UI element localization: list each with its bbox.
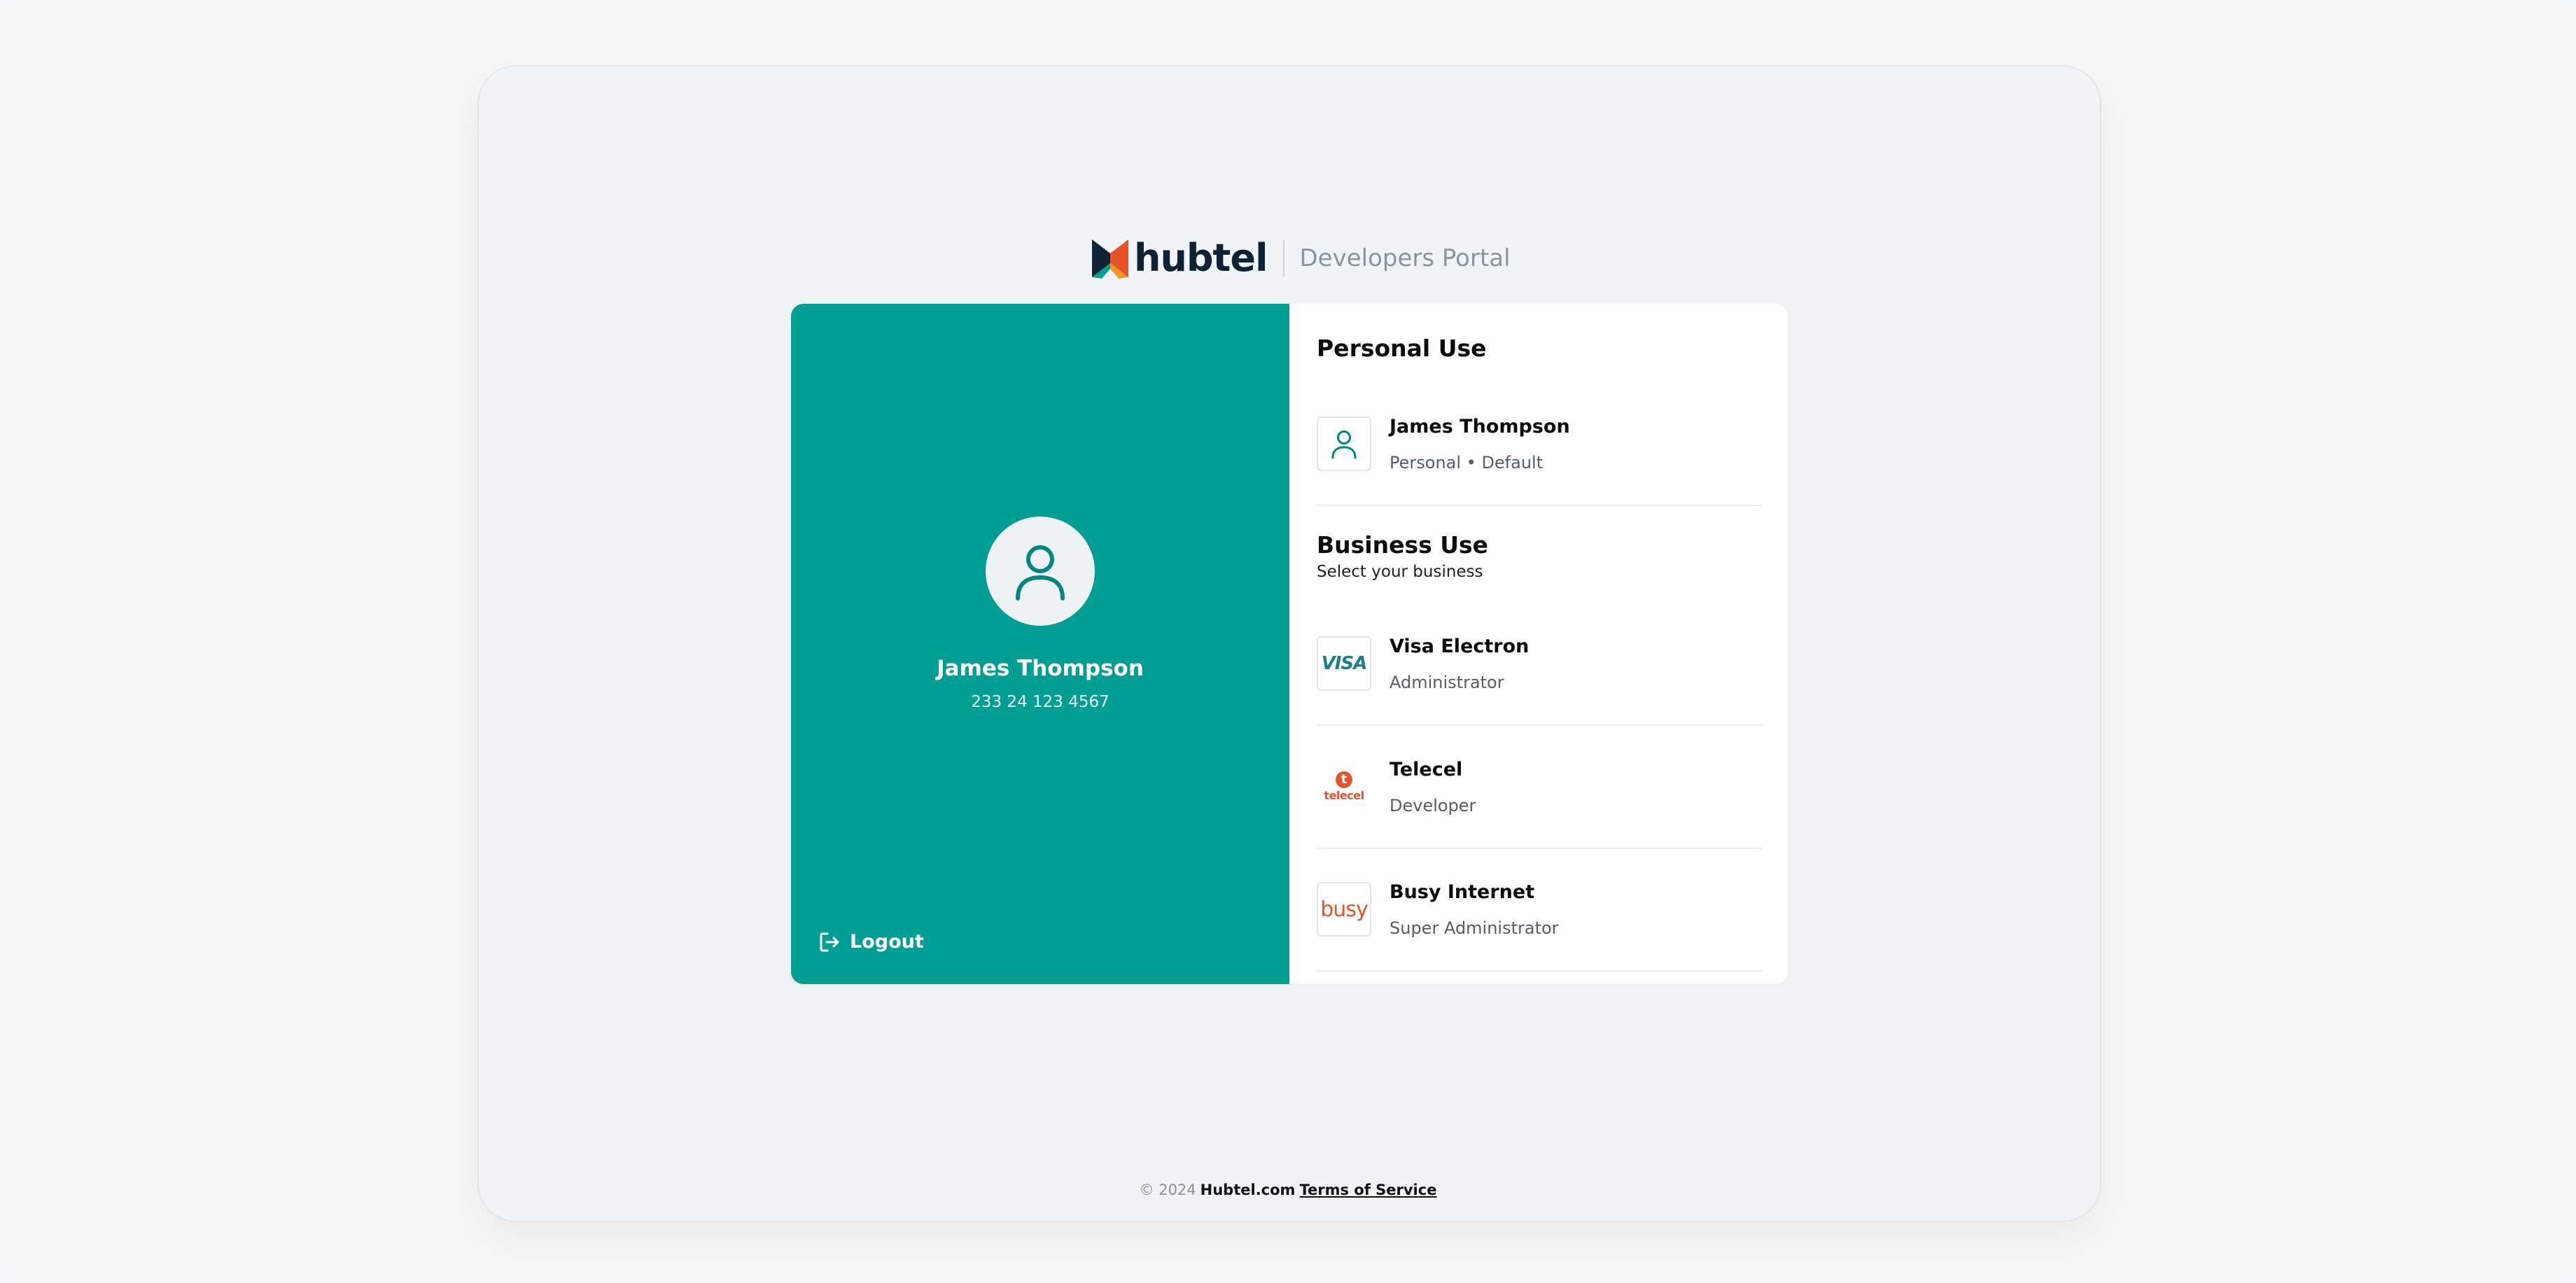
logout-icon xyxy=(820,932,839,951)
business-name: Telecel xyxy=(1390,758,1463,780)
busy-logo-text: busy xyxy=(1320,897,1368,922)
list-item-business[interactable]: t telecel Telecel Developer xyxy=(1317,726,1762,849)
profile-panel: James Thompson 233 24 123 4567 Logout xyxy=(791,304,1289,984)
telecel-logo: t telecel xyxy=(1317,759,1371,814)
personal-use-title: Personal Use xyxy=(1317,335,1487,362)
visa-logo: VISA xyxy=(1317,636,1371,691)
account-list-panel: Personal Use James Thompson Personal • D… xyxy=(1289,304,1788,984)
list-item-business[interactable]: busy Busy Internet Super Administrator xyxy=(1317,848,1762,972)
telecel-logo-mark: t xyxy=(1336,771,1352,788)
portal-header: hubtel Developers Portal xyxy=(1092,235,1511,281)
business-name: Busy Internet xyxy=(1390,881,1535,903)
brand-name: hubtel xyxy=(1134,236,1268,280)
terms-of-service-link[interactable]: Terms of Service xyxy=(1299,1182,1436,1198)
account-selector-card: James Thompson 233 24 123 4567 Logout Pe… xyxy=(791,304,1788,984)
business-name: Visa Electron xyxy=(1390,635,1530,657)
footer: © 2024 Hubtel.com Terms of Service xyxy=(0,1182,2576,1198)
personal-account-icon xyxy=(1317,416,1371,471)
header-divider xyxy=(1282,240,1284,276)
visa-logo-text: VISA xyxy=(1321,653,1368,674)
user-icon xyxy=(1016,545,1065,601)
profile-name: James Thompson xyxy=(937,656,1144,681)
user-icon xyxy=(1331,430,1357,459)
copyright-text: © 2024 xyxy=(1139,1182,1196,1198)
account-role: Personal • Default xyxy=(1390,452,1544,472)
business-role: Super Administrator xyxy=(1390,918,1559,938)
hubtel-logo-icon xyxy=(1092,239,1128,279)
business-use-subtitle: Select your business xyxy=(1317,563,1483,581)
account-name: James Thompson xyxy=(1390,415,1570,437)
business-role: Administrator xyxy=(1390,672,1504,692)
logout-button[interactable]: Logout xyxy=(819,931,924,953)
telecel-logo-text: telecel xyxy=(1324,789,1364,802)
busy-logo: busy xyxy=(1317,882,1371,937)
profile-phone: 233 24 123 4567 xyxy=(971,693,1110,711)
business-use-title: Business Use xyxy=(1317,531,1489,559)
footer-site-name: Hubtel.com xyxy=(1200,1182,1296,1198)
list-item-personal[interactable]: James Thompson Personal • Default xyxy=(1317,383,1762,506)
logout-label: Logout xyxy=(850,931,924,953)
business-role: Developer xyxy=(1390,795,1476,815)
avatar xyxy=(986,517,1095,626)
portal-title: Developers Portal xyxy=(1299,244,1511,272)
list-item-business[interactable]: VISA Visa Electron Administrator xyxy=(1317,603,1762,726)
